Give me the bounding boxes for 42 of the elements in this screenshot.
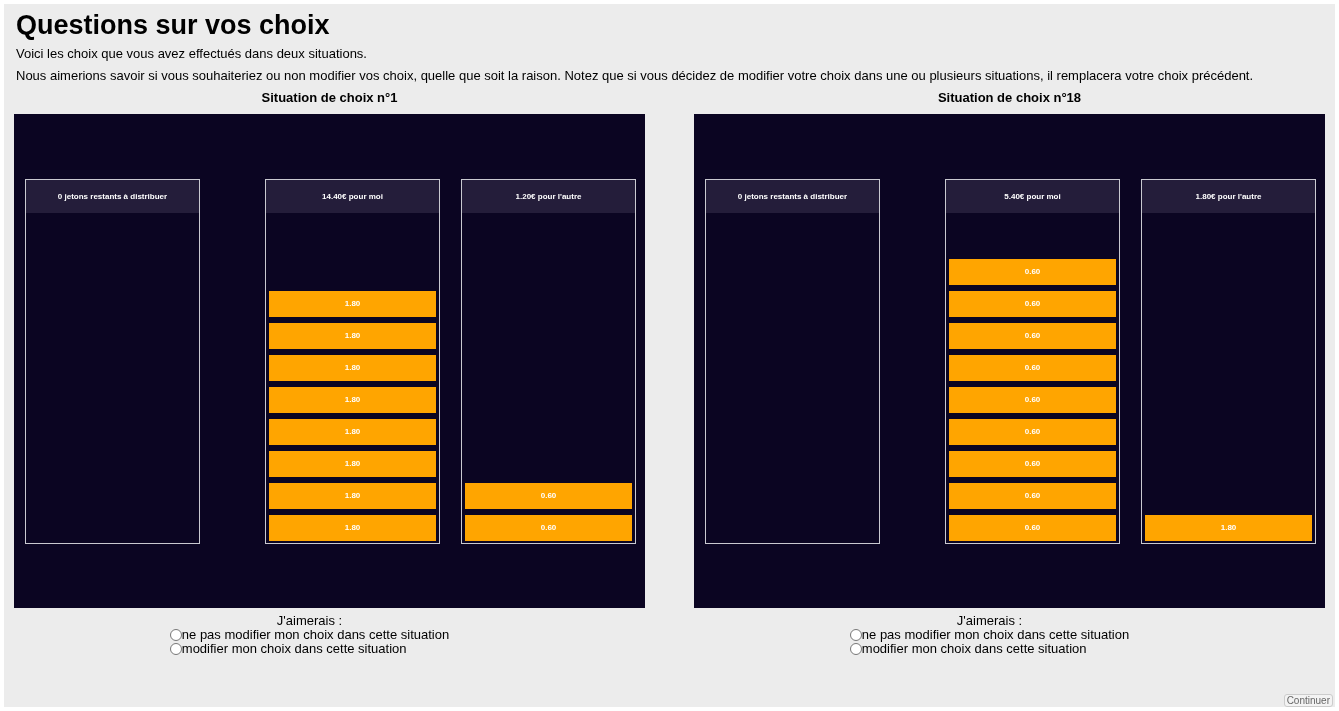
token-chip: 1.80	[269, 515, 436, 541]
page-title: Questions sur vos choix	[16, 10, 331, 40]
column-header: 1.80€ pour l'autre	[1142, 180, 1315, 213]
token-chip: 1.80	[269, 323, 436, 349]
option-label[interactable]: modifier mon choix dans cette situation	[861, 642, 1087, 656]
option-label[interactable]: ne pas modifier mon choix dans cette situation	[861, 628, 1130, 642]
radio-button[interactable]	[849, 643, 862, 655]
column-header: 1.20€ pour l'autre	[462, 180, 635, 213]
instruction-text: Nous aimerions savoir si vous souhaiteriez ou non modifier vos choix, quelle que soit la raison. Notez que si vous décidez de modifier votre choix dans une ou plusieurs situations, il remplacera votre choix précédent.	[16, 68, 1255, 84]
column-header: 5.40€ pour moi	[946, 180, 1119, 213]
option-label[interactable]: ne pas modifier mon choix dans cette situation	[181, 628, 450, 642]
token-chip: 1.80	[269, 387, 436, 413]
prompt-label: J'aimerais :	[956, 614, 1023, 628]
token-chip: 0.60	[949, 515, 1116, 541]
column-header: 0 jetons restants à distribuer	[26, 180, 199, 213]
token-chip: 0.60	[949, 483, 1116, 509]
token-chip: 1.80	[1145, 515, 1312, 541]
continue-button[interactable]: Continuer	[1283, 694, 1333, 707]
option-label[interactable]: modifier mon choix dans cette situation	[181, 642, 407, 656]
token-chip: 1.80	[269, 355, 436, 381]
token-chip: 0.60	[949, 291, 1116, 317]
situation-heading: Situation de choix n°1	[261, 90, 398, 106]
column-header: 0 jetons restants à distribuer	[706, 180, 879, 213]
token-chip: 0.60	[949, 259, 1116, 285]
token-chip: 0.60	[949, 451, 1116, 477]
token-chip: 1.80	[269, 291, 436, 317]
radio-button[interactable]	[169, 643, 182, 655]
radio-button[interactable]	[849, 629, 862, 641]
token-chip: 0.60	[949, 387, 1116, 413]
instruction-text: Voici les choix que vous avez effectués dans deux situations.	[16, 46, 368, 62]
token-chip: 1.80	[269, 451, 436, 477]
token-chip: 0.60	[949, 419, 1116, 445]
token-chip: 0.60	[465, 515, 632, 541]
token-chip: 1.80	[269, 483, 436, 509]
radio-button[interactable]	[169, 629, 182, 641]
token-chip: 0.60	[465, 483, 632, 509]
prompt-label: J'aimerais :	[276, 614, 343, 628]
column-header: 14.40€ pour moi	[266, 180, 439, 213]
token-chip: 0.60	[949, 355, 1116, 381]
token-chip: 1.80	[269, 419, 436, 445]
situation-heading: Situation de choix n°18	[937, 90, 1082, 106]
token-chip: 0.60	[949, 323, 1116, 349]
